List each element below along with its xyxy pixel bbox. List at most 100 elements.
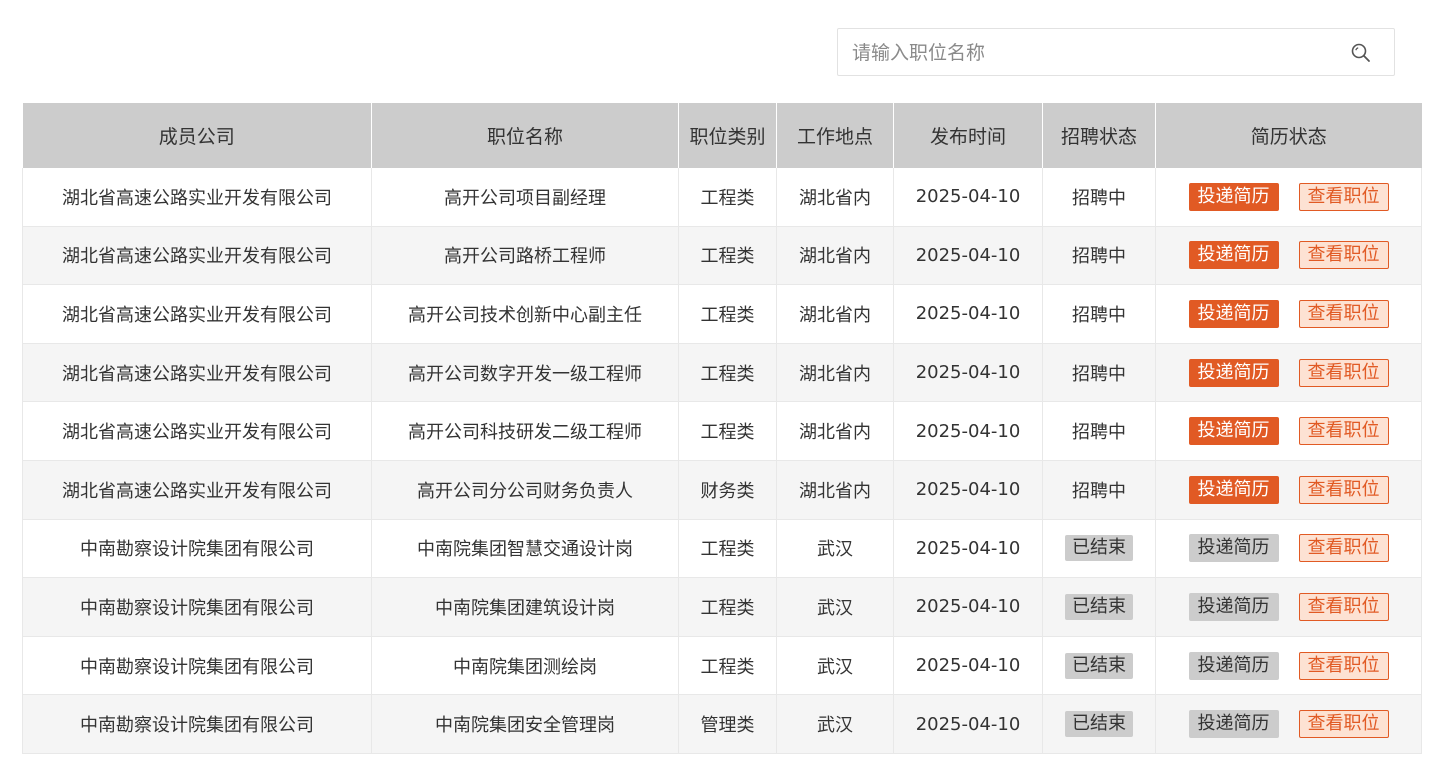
cell-position: 高开公司数字开发一级工程师 (371, 343, 679, 403)
view-position-button[interactable]: 查看职位 (1298, 592, 1389, 621)
cell-category: 财务类 (678, 460, 777, 520)
cell-category: 工程类 (678, 343, 777, 403)
table-row: 湖北省高速公路实业开发有限公司 高开公司科技研发二级工程师 工程类 湖北省内 2025-… (22, 401, 1422, 461)
cell-status: 招聘中 (1042, 168, 1156, 227)
cell-status: 已结束 (1042, 636, 1156, 696)
cell-category: 管理类 (678, 694, 777, 754)
cell-status: 招聘中 (1042, 343, 1156, 403)
cell-date: 2025-04-10 (893, 694, 1043, 754)
cell-position: 高开公司路桥工程师 (371, 226, 679, 286)
search-input[interactable] (850, 29, 1334, 77)
cell-location: 湖北省内 (776, 168, 894, 227)
recruit-status-ended: 已结束 (1065, 652, 1133, 679)
cell-status: 已结束 (1042, 519, 1156, 579)
view-position-button[interactable]: 查看职位 (1298, 299, 1389, 328)
cell-position: 高开公司项目副经理 (371, 168, 679, 227)
cell-status: 招聘中 (1042, 226, 1156, 286)
apply-resume-button[interactable]: 投递简历 (1188, 358, 1279, 387)
cell-location: 武汉 (776, 636, 894, 696)
cell-location: 湖北省内 (776, 226, 894, 286)
view-position-button[interactable]: 查看职位 (1298, 358, 1389, 387)
recruit-status-ended: 已结束 (1065, 593, 1133, 620)
cell-actions: 投递简历 查看职位 (1155, 168, 1422, 227)
view-position-button[interactable]: 查看职位 (1298, 651, 1389, 680)
view-position-button[interactable]: 查看职位 (1298, 475, 1389, 504)
table-header-row: 成员公司 职位名称 职位类别 工作地点 发布时间 招聘状态 简历状态 (22, 103, 1422, 168)
search-box[interactable] (837, 28, 1395, 77)
cell-location: 湖北省内 (776, 284, 894, 344)
apply-resume-button[interactable]: 投递简历 (1188, 475, 1279, 504)
header-company: 成员公司 (22, 103, 372, 168)
recruit-status: 招聘中 (1072, 187, 1126, 209)
apply-resume-button[interactable]: 投递简历 (1188, 710, 1279, 739)
cell-position: 高开公司科技研发二级工程师 (371, 401, 679, 461)
cell-location: 武汉 (776, 519, 894, 579)
recruit-status: 招聘中 (1072, 246, 1126, 268)
recruit-status: 招聘中 (1072, 422, 1126, 444)
table-row: 湖北省高速公路实业开发有限公司 高开公司路桥工程师 工程类 湖北省内 2025-04-1… (22, 226, 1422, 286)
header-date: 发布时间 (893, 103, 1043, 168)
cell-company: 湖北省高速公路实业开发有限公司 (22, 460, 372, 520)
cell-actions: 投递简历 查看职位 (1155, 226, 1422, 286)
table-row: 湖北省高速公路实业开发有限公司 高开公司数字开发一级工程师 工程类 湖北省内 2025-… (22, 343, 1422, 403)
cell-actions: 投递简历 查看职位 (1155, 694, 1422, 754)
cell-location: 湖北省内 (776, 460, 894, 520)
cell-date: 2025-04-10 (893, 636, 1043, 696)
cell-category: 工程类 (678, 226, 777, 286)
cell-status: 招聘中 (1042, 460, 1156, 520)
header-status: 招聘状态 (1042, 103, 1156, 168)
cell-location: 湖北省内 (776, 343, 894, 403)
cell-date: 2025-04-10 (893, 577, 1043, 637)
cell-location: 武汉 (776, 577, 894, 637)
cell-company: 湖北省高速公路实业开发有限公司 (22, 226, 372, 286)
cell-company: 湖北省高速公路实业开发有限公司 (22, 168, 372, 227)
recruit-status-ended: 已结束 (1065, 535, 1133, 562)
view-position-button[interactable]: 查看职位 (1298, 241, 1389, 270)
view-position-button[interactable]: 查看职位 (1298, 417, 1389, 446)
cell-category: 工程类 (678, 168, 777, 227)
header-resume-status: 简历状态 (1155, 103, 1422, 168)
cell-actions: 投递简历 查看职位 (1155, 460, 1422, 520)
table-row: 中南勘察设计院集团有限公司 中南院集团安全管理岗 管理类 武汉 2025-04-10 已结… (22, 694, 1422, 754)
cell-date: 2025-04-10 (893, 284, 1043, 344)
cell-position: 高开公司技术创新中心副主任 (371, 284, 679, 344)
cell-position: 中南院集团安全管理岗 (371, 694, 679, 754)
cell-status: 招聘中 (1042, 401, 1156, 461)
apply-resume-button[interactable]: 投递简历 (1188, 592, 1279, 621)
cell-actions: 投递简历 查看职位 (1155, 577, 1422, 637)
cell-location: 湖北省内 (776, 401, 894, 461)
apply-resume-button[interactable]: 投递简历 (1188, 182, 1279, 211)
cell-company: 湖北省高速公路实业开发有限公司 (22, 284, 372, 344)
recruit-status: 招聘中 (1072, 480, 1126, 502)
search-icon[interactable] (1350, 42, 1372, 64)
cell-date: 2025-04-10 (893, 460, 1043, 520)
apply-resume-button[interactable]: 投递简历 (1188, 534, 1279, 563)
cell-company: 湖北省高速公路实业开发有限公司 (22, 401, 372, 461)
cell-date: 2025-04-10 (893, 401, 1043, 461)
cell-category: 工程类 (678, 284, 777, 344)
cell-company: 中南勘察设计院集团有限公司 (22, 577, 372, 637)
cell-actions: 投递简历 查看职位 (1155, 519, 1422, 579)
cell-category: 工程类 (678, 519, 777, 579)
apply-resume-button[interactable]: 投递简历 (1188, 241, 1279, 270)
table-row: 中南勘察设计院集团有限公司 中南院集团建筑设计岗 工程类 武汉 2025-04-10 已结… (22, 577, 1422, 637)
view-position-button[interactable]: 查看职位 (1298, 182, 1389, 211)
apply-resume-button[interactable]: 投递简历 (1188, 299, 1279, 328)
cell-location: 武汉 (776, 694, 894, 754)
view-position-button[interactable]: 查看职位 (1298, 534, 1389, 563)
cell-position: 中南院集团智慧交通设计岗 (371, 519, 679, 579)
cell-actions: 投递简历 查看职位 (1155, 343, 1422, 403)
table-row: 湖北省高速公路实业开发有限公司 高开公司分公司财务负责人 财务类 湖北省内 2025-0… (22, 460, 1422, 520)
header-location: 工作地点 (776, 103, 894, 168)
cell-actions: 投递简历 查看职位 (1155, 284, 1422, 344)
header-category: 职位类别 (678, 103, 777, 168)
cell-date: 2025-04-10 (893, 343, 1043, 403)
cell-position: 中南院集团测绘岗 (371, 636, 679, 696)
table-row: 湖北省高速公路实业开发有限公司 高开公司技术创新中心副主任 工程类 湖北省内 2025-… (22, 284, 1422, 344)
view-position-button[interactable]: 查看职位 (1298, 710, 1389, 739)
cell-company: 湖北省高速公路实业开发有限公司 (22, 343, 372, 403)
apply-resume-button[interactable]: 投递简历 (1188, 417, 1279, 446)
cell-company: 中南勘察设计院集团有限公司 (22, 636, 372, 696)
apply-resume-button[interactable]: 投递简历 (1188, 651, 1279, 680)
recruit-status: 招聘中 (1072, 363, 1126, 385)
